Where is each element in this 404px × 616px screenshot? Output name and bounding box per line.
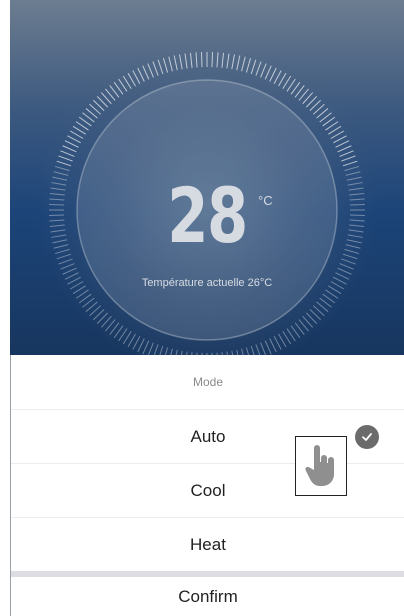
- dial-tick: [342, 253, 358, 260]
- temperature-unit: °C: [258, 193, 273, 208]
- dial-tick: [339, 263, 354, 270]
- dial-tick: [231, 54, 235, 70]
- dial-tick: [330, 130, 345, 139]
- dial-tick: [337, 267, 352, 275]
- dial-tick: [344, 165, 360, 172]
- dial-tick: [245, 57, 252, 73]
- dial-tick: [236, 55, 241, 71]
- dial-tick: [264, 340, 272, 355]
- dial-tick: [62, 145, 77, 153]
- hand-pointer-icon: [295, 436, 347, 496]
- dial-tick: [173, 55, 178, 71]
- dial-tick: [62, 267, 77, 275]
- dial-tick: [211, 52, 214, 68]
- dial-tick: [333, 135, 347, 144]
- dial-tick: [245, 347, 250, 355]
- dial-tick: [255, 61, 262, 76]
- dial-tick: [189, 52, 193, 68]
- confirm-button[interactable]: Confirm: [11, 577, 404, 616]
- dial-tick: [278, 72, 287, 87]
- dial-tick: [58, 155, 73, 162]
- current-temperature-label: Température actuelle 26°C: [141, 277, 273, 289]
- temperature-value: 28: [167, 171, 248, 260]
- dial-tick: [269, 338, 277, 353]
- dial-tick: [152, 61, 159, 76]
- dial-tick: [132, 336, 141, 350]
- dial-tick: [142, 340, 150, 355]
- dial-tick: [127, 333, 136, 348]
- dial-tick: [159, 345, 164, 355]
- mode-option-label: Heat: [190, 534, 226, 554]
- mode-option-heat[interactable]: Heat: [11, 518, 404, 571]
- thermostat-panel: 28 °C Température actuelle 26°C: [10, 0, 404, 355]
- dial-tick: [200, 52, 203, 68]
- dial-tick: [60, 263, 75, 270]
- dial-tick: [58, 258, 73, 265]
- dial-tick: [278, 333, 287, 348]
- dial-tick: [339, 150, 354, 157]
- dial-tick: [341, 258, 356, 265]
- dial-tick: [337, 145, 352, 153]
- dial-tick: [60, 150, 75, 157]
- dial-tick: [273, 336, 282, 350]
- dial-tick: [345, 171, 361, 176]
- dial-tick: [250, 59, 257, 75]
- dial-tick: [250, 345, 255, 355]
- mode-option-label: Cool: [190, 480, 226, 500]
- dial-tick: [162, 57, 169, 73]
- dial-tick: [260, 63, 267, 78]
- dial-tick: [147, 342, 154, 355]
- dial-tick: [241, 56, 246, 72]
- dial-tick: [157, 59, 164, 75]
- dial-tick: [132, 70, 141, 84]
- dial-tick: [255, 344, 261, 355]
- dial-tick: [54, 165, 70, 172]
- mode-title: Mode: [11, 355, 404, 410]
- dial-tick: [179, 54, 183, 70]
- dial-tick: [195, 52, 198, 68]
- dial-tick: [67, 135, 81, 144]
- dial-tick: [342, 160, 358, 167]
- dial-tick: [137, 67, 145, 82]
- mode-option-label: Auto: [190, 426, 226, 446]
- dial-tick: [53, 171, 69, 176]
- dial-tick: [264, 65, 272, 80]
- dial-tick: [269, 67, 277, 82]
- dial-tick: [137, 338, 145, 353]
- dial-tick: [69, 130, 84, 139]
- dial-tick: [168, 56, 173, 72]
- dial-tick: [142, 65, 150, 80]
- check-circle-icon: [355, 425, 379, 449]
- dial-tick: [56, 253, 72, 260]
- dial-tick: [184, 53, 188, 69]
- dial-tick: [226, 53, 230, 69]
- dial-tick: [260, 342, 267, 355]
- dial-tick: [64, 140, 79, 148]
- dial-tick: [153, 344, 159, 355]
- dial-tick: [335, 140, 350, 148]
- dial-tick: [273, 70, 282, 84]
- dial-tick: [147, 63, 154, 78]
- dial-tick: [221, 52, 225, 68]
- dial-tick: [216, 52, 219, 68]
- dial-tick: [56, 160, 72, 167]
- dial-tick: [127, 72, 136, 87]
- dial-tick: [164, 347, 169, 355]
- dial-tick: [341, 155, 356, 162]
